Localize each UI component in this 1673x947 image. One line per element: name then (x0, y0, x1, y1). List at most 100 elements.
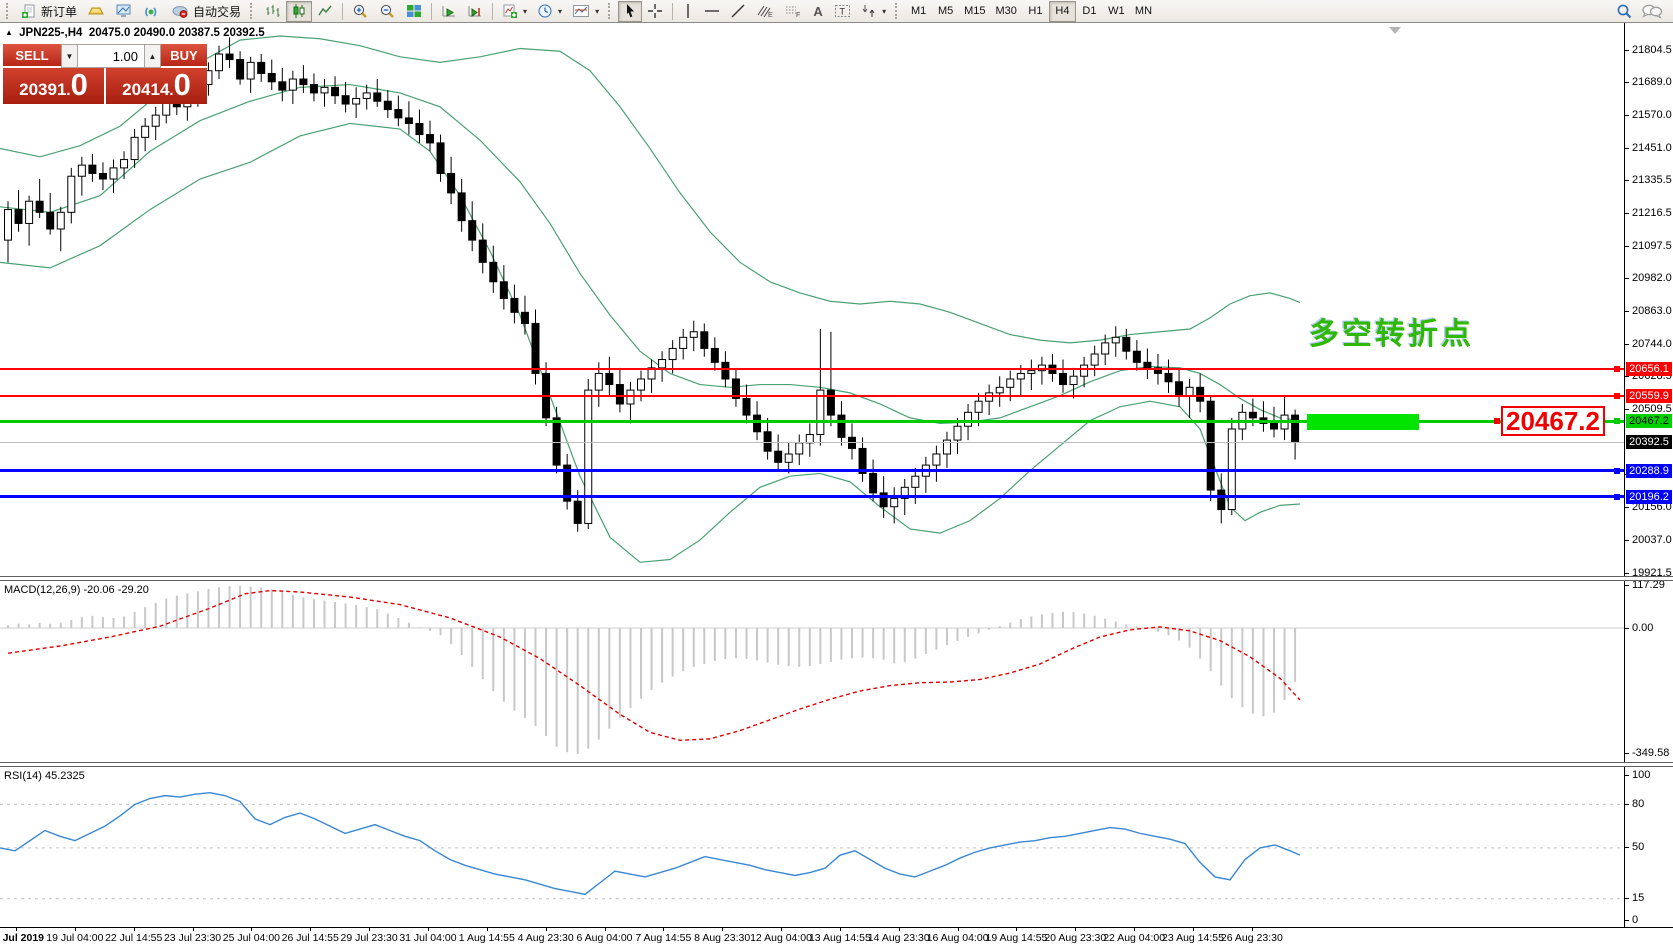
rsi-scale-label: 50 (1632, 841, 1644, 853)
autotrading-label: 自动交易 (193, 3, 241, 20)
macd-tick-mark (1625, 628, 1629, 629)
period-button[interactable]: ▾ (532, 1, 567, 22)
autotrading-button[interactable]: 自动交易 (166, 1, 246, 22)
level-line-20656.1[interactable] (0, 368, 1624, 370)
terminal-button[interactable] (110, 1, 138, 22)
symbol-ohlc: 20475.0 20490.0 20387.5 20392.5 (89, 27, 265, 39)
clock-icon (537, 3, 553, 19)
text-label-icon: T (834, 3, 851, 19)
template-button[interactable]: ▾ (567, 1, 604, 22)
level-line-20559.9[interactable] (0, 395, 1624, 397)
volume-input[interactable] (78, 44, 144, 68)
candlestick-chart-icon (291, 3, 307, 19)
tf-m30-button[interactable]: M30 (991, 1, 1022, 22)
price-tick-label: 20863.0 (1632, 305, 1672, 317)
level-marker[interactable] (1614, 494, 1620, 500)
one-click-trading-panel: SELL ▼ ▲ BUY 20391.0 20414.0 (3, 44, 207, 104)
add-indicator-button[interactable]: ▾ (497, 1, 532, 22)
trendline-tool-button[interactable] (725, 1, 751, 22)
tf-h1-button[interactable]: H1 (1022, 1, 1049, 22)
chart-canvas[interactable] (0, 0, 1673, 947)
chat-icon[interactable] (1641, 3, 1663, 20)
level-line-20196.2[interactable] (0, 495, 1624, 498)
price-tick-label: 21689.0 (1632, 76, 1672, 88)
zoom-out-button[interactable] (374, 1, 401, 22)
tf-m1-button[interactable]: M1 (905, 1, 932, 22)
level-line-20288.9[interactable] (0, 469, 1624, 472)
autoscroll-triangle-icon[interactable] (1389, 27, 1401, 34)
tf-w1-button[interactable]: W1 (1103, 1, 1130, 22)
vline-tool-button[interactable] (677, 1, 699, 22)
toolbar-separator (672, 3, 673, 20)
price-tick-mark (1625, 50, 1629, 51)
buy-price[interactable]: 20414.0 (106, 68, 207, 104)
buy-price-int: 20414 (122, 73, 169, 107)
volume-up-button[interactable]: ▲ (144, 44, 161, 68)
turning-point-annotation[interactable]: 多空转折点 (1309, 309, 1474, 353)
macd-tick-mark (1625, 753, 1629, 754)
sell-button[interactable]: SELL (3, 44, 61, 68)
template-icon (572, 3, 590, 19)
fibonacci-icon: E (756, 3, 774, 19)
buy-button[interactable]: BUY (161, 44, 207, 68)
hline-tool-button[interactable] (699, 1, 725, 22)
text-label-tool-button[interactable]: T (829, 1, 856, 22)
text-tool-button[interactable]: A (807, 1, 829, 22)
sell-price-big: 0 (71, 68, 88, 102)
toolbar-separator (492, 3, 493, 20)
level-marker[interactable] (1614, 366, 1620, 372)
new-order-button[interactable]: 新订单 (16, 1, 82, 22)
signal-icon (143, 3, 161, 19)
chart-shift-button[interactable] (462, 1, 488, 22)
chart-window: ▲ JPN225-,H4 20475.0 20490.0 20387.5 203… (0, 0, 1673, 947)
toolbar-grip[interactable] (895, 3, 901, 19)
price-badge-20467.2: 20467.2 (1626, 414, 1672, 428)
crosshair-tool-button[interactable] (642, 1, 668, 22)
toolbar-grip[interactable] (250, 3, 256, 19)
svg-text:T: T (840, 7, 846, 17)
cursor-tool-button[interactable] (618, 1, 642, 22)
rsi-tick-mark (1625, 920, 1629, 921)
macd-signal-line (8, 591, 1300, 741)
fibo-grid-tool-button[interactable]: F (779, 1, 807, 22)
level-marker[interactable] (1614, 418, 1620, 424)
line-chart-icon (317, 3, 333, 19)
macd-histogram (8, 586, 1295, 754)
tile-windows-button[interactable] (401, 1, 427, 22)
auto-scroll-button[interactable] (436, 1, 462, 22)
line-chart-button[interactable] (312, 1, 338, 22)
grid-icon: F (784, 3, 802, 19)
candle-chart-button[interactable] (286, 1, 312, 22)
volume-down-button[interactable]: ▼ (61, 44, 78, 68)
collapse-arrow-icon[interactable]: ▲ (5, 28, 13, 37)
tf-h4-button[interactable]: H4 (1049, 1, 1076, 22)
rsi-panel-splitter[interactable] (0, 762, 1673, 767)
bar-chart-button[interactable] (260, 1, 286, 22)
rsi-scale-label: 100 (1632, 769, 1650, 781)
tf-d1-button[interactable]: D1 (1076, 1, 1103, 22)
signals-button[interactable] (138, 1, 166, 22)
rsi-scale-label: 80 (1632, 798, 1644, 810)
macd-panel-splitter[interactable] (0, 576, 1673, 581)
search-icon[interactable] (1616, 3, 1633, 20)
fibonacci-tool-button[interactable]: E (751, 1, 779, 22)
new-order-label: 新订单 (41, 3, 77, 20)
sell-price[interactable]: 20391.0 (3, 68, 104, 104)
tf-mn-button[interactable]: MN (1130, 1, 1157, 22)
price-tick-mark (1625, 344, 1629, 345)
label-connector-marker[interactable] (1494, 418, 1500, 424)
level-marker[interactable] (1614, 468, 1620, 474)
arrows-tool-button[interactable]: ▾ (856, 1, 891, 22)
tf-m5-button[interactable]: M5 (932, 1, 959, 22)
level-line-20392.5[interactable] (0, 442, 1624, 443)
level-marker[interactable] (1614, 393, 1620, 399)
market-watch-button[interactable] (82, 1, 110, 22)
zoom-in-button[interactable] (347, 1, 374, 22)
toolbar-grip[interactable] (608, 3, 614, 19)
rsi-label: RSI(14) 45.2325 (4, 770, 85, 782)
rsi-tick-mark (1625, 898, 1629, 899)
price-label-box[interactable]: 20467.2 (1501, 406, 1605, 436)
tf-m15-button[interactable]: M15 (959, 1, 990, 22)
highlight-zone[interactable] (1307, 414, 1419, 430)
toolbar-grip[interactable] (6, 3, 12, 19)
